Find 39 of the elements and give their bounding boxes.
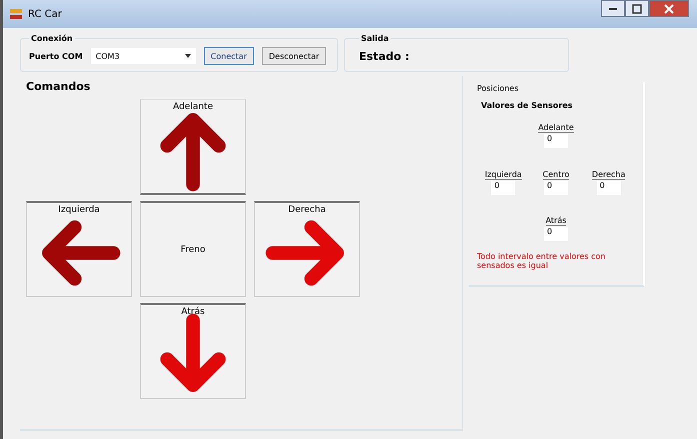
panel-title: Comandos xyxy=(26,80,92,93)
status-label: Estado : xyxy=(359,50,410,62)
value-field[interactable]: 0 xyxy=(491,180,516,194)
value-field[interactable]: 0 xyxy=(544,226,568,240)
field-label: Izquierda xyxy=(484,170,522,180)
connection-button[interactable]: Desconectar xyxy=(262,47,326,65)
field-label: Atrás xyxy=(546,216,566,226)
caret-icon xyxy=(184,54,191,58)
group-title: Conexión xyxy=(30,34,74,43)
connection-button[interactable]: Conectar xyxy=(204,47,254,65)
button-label: Adelante xyxy=(172,102,214,112)
field-label: Adelante xyxy=(538,122,574,132)
sensor-values-heading: Valores de Sensores xyxy=(481,101,574,110)
port-dropdown[interactable]: COM3 xyxy=(90,48,196,64)
direction-button[interactable]: Atrás xyxy=(140,303,246,399)
value-field[interactable]: 0 xyxy=(596,180,621,194)
direction-button[interactable]: Derecha xyxy=(254,201,360,297)
port-label: Puerto COM xyxy=(29,52,83,60)
stop-button[interactable]: Freno xyxy=(140,201,246,297)
field-label: Centro xyxy=(542,170,570,180)
group-title: Salida xyxy=(360,34,390,43)
maximize-icon xyxy=(632,4,642,14)
minimize-button[interactable] xyxy=(601,0,625,17)
maximize-button[interactable] xyxy=(625,0,649,17)
panel-title: Posiciones xyxy=(477,84,520,93)
close-icon xyxy=(664,4,674,14)
field-label: Derecha xyxy=(592,170,626,180)
app-icon xyxy=(9,7,23,21)
close-button[interactable] xyxy=(649,0,689,17)
value-field[interactable]: 0 xyxy=(544,134,568,148)
button-label: Atrás xyxy=(180,307,206,317)
button-label: Izquierda xyxy=(57,205,101,215)
warning-text: Todo intervalo entre valores con sensados es igual xyxy=(477,252,606,270)
button-label: Derecha xyxy=(287,205,327,215)
direction-button[interactable]: Adelante xyxy=(140,99,246,195)
window-title: RC Car xyxy=(28,8,62,20)
value-field[interactable]: 0 xyxy=(544,180,568,194)
minimize-icon xyxy=(609,8,617,10)
direction-button[interactable]: Izquierda xyxy=(26,201,132,297)
